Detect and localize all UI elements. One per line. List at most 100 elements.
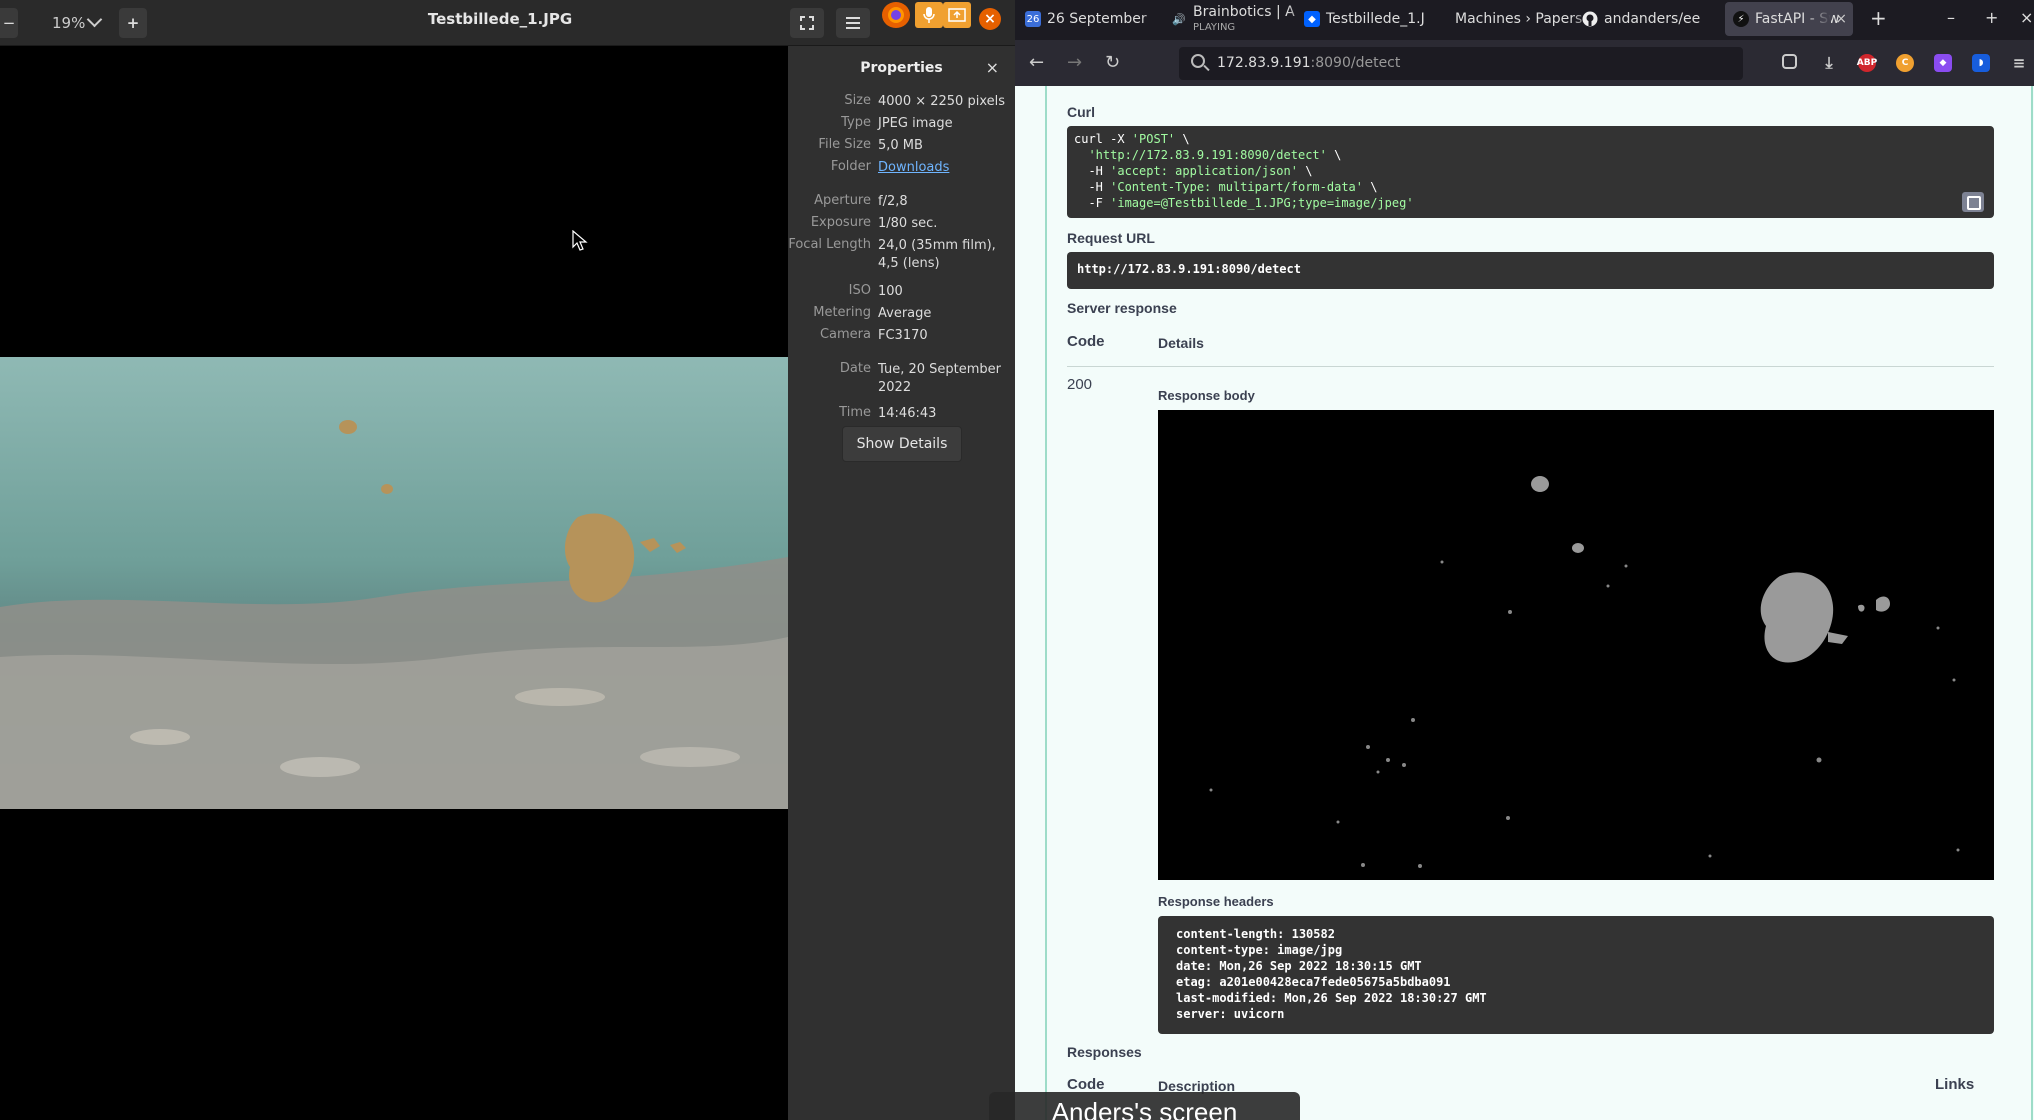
close-properties-button[interactable]: × bbox=[986, 58, 999, 77]
adblock-icon[interactable]: ABP bbox=[1857, 54, 1877, 72]
hamburger-menu-icon[interactable]: ≡ bbox=[2010, 54, 2028, 72]
viewer-title: Testbillede_1.JPG bbox=[427, 10, 573, 28]
property-value: Tue, 20 September 2022 bbox=[878, 362, 1001, 395]
close-browser-button[interactable]: × bbox=[2020, 8, 2033, 27]
curl-command: curl -X 'POST' \ 'http://172.83.9.191:80… bbox=[1074, 131, 1414, 211]
tab-label: Testbillede_1.J bbox=[1326, 11, 1425, 27]
curl-line: -H 'Content-Type: multipart/form-data' \ bbox=[1074, 180, 1378, 194]
download-icon[interactable]: ⤓ bbox=[1820, 53, 1838, 72]
response-header-line: date: Mon,26 Sep 2022 18:30:15 GMT bbox=[1176, 959, 1422, 973]
menu-button[interactable] bbox=[836, 8, 870, 38]
bitwarden-icon[interactable]: ◗ bbox=[1972, 54, 1990, 72]
response-header-line: content-type: image/jpg bbox=[1176, 943, 1343, 957]
extension-purple-icon[interactable]: ◆ bbox=[1934, 54, 1952, 72]
response-headers-label: Response headers bbox=[1158, 894, 1274, 909]
response-status-code: 200 bbox=[1067, 376, 1093, 393]
responses-code-header: Code bbox=[1067, 1076, 1105, 1093]
property-row: Time 14:46:43 bbox=[788, 405, 1015, 423]
code-column-header: Code bbox=[1067, 333, 1105, 350]
tab-brainbotics[interactable]: 🔊 Brainbotics | A PLAYING bbox=[1171, 2, 1311, 36]
folder-link[interactable]: Downloads bbox=[878, 159, 1008, 177]
fastapi-icon: ⚡ bbox=[1733, 11, 1749, 27]
divider bbox=[1067, 366, 1994, 367]
image-viewer-window: − 19% + Testbillede_1.JPG × Properties ×… bbox=[0, 0, 1015, 1120]
property-key: Type bbox=[841, 115, 871, 130]
tab-dropbox[interactable]: ◆ Testbillede_1.J bbox=[1304, 2, 1449, 36]
screen-share-indicator: Anders's screen bbox=[989, 1092, 1300, 1120]
aerial-photo-image bbox=[0, 357, 788, 809]
minimize-button[interactable]: – bbox=[1947, 8, 1955, 27]
url-bar[interactable]: 172.83.9.191:8090/detect bbox=[1179, 47, 1743, 80]
curl-label: Curl bbox=[1067, 104, 1095, 120]
url-text: 172.83.9.191:8090/detect bbox=[1217, 55, 1401, 71]
property-key: Size bbox=[844, 93, 871, 108]
screen-share-tray-icon[interactable] bbox=[943, 2, 971, 28]
property-value: 100 bbox=[878, 284, 903, 299]
tab-fastapi[interactable]: ⚡ FastAPI - Sw × bbox=[1725, 2, 1853, 36]
browser-window: 26 26 September 🔊 Brainbotics | A PLAYIN… bbox=[1015, 0, 2034, 1120]
fullscreen-button[interactable] bbox=[790, 8, 824, 38]
property-row: File Size 5,0 MB bbox=[788, 137, 1015, 155]
firefox-icon bbox=[888, 7, 904, 23]
property-key: Date bbox=[839, 361, 871, 376]
property-key: Time bbox=[839, 405, 871, 420]
property-row: Metering Average bbox=[788, 305, 1015, 323]
curl-line: curl -X 'POST' \ bbox=[1074, 132, 1190, 146]
property-row: Type JPEG image bbox=[788, 115, 1015, 133]
tab-close-icon[interactable]: × bbox=[1835, 11, 1847, 27]
property-value: 14:46:43 bbox=[878, 406, 937, 421]
zoom-in-button[interactable]: + bbox=[119, 8, 147, 38]
property-row: ISO 100 bbox=[788, 283, 1015, 301]
property-key: File Size bbox=[818, 137, 871, 152]
zoom-out-button[interactable]: − bbox=[0, 8, 18, 38]
response-header-line: content-length: 130582 bbox=[1176, 927, 1335, 941]
property-row: Focal Length 24,0 (35mm film), 4,5 (lens) bbox=[788, 237, 1015, 273]
maximize-button[interactable]: + bbox=[1985, 8, 1998, 27]
property-value: 5,0 MB bbox=[878, 138, 923, 153]
curl-line: -F 'image=@Testbillede_1.JPG;type=image/… bbox=[1074, 196, 1414, 210]
zoom-level-dropdown[interactable]: 19% bbox=[30, 8, 108, 38]
property-row: Exposure 1/80 sec. bbox=[788, 215, 1015, 233]
tab-github[interactable]: andanders/ee bbox=[1582, 2, 1727, 36]
displayed-photo bbox=[0, 357, 788, 809]
request-url-label: Request URL bbox=[1067, 230, 1155, 246]
request-url-value: http://172.83.9.191:8090/detect bbox=[1077, 262, 1301, 276]
property-row: Folder Downloads bbox=[788, 159, 1015, 177]
property-value: 24,0 (35mm film), 4,5 (lens) bbox=[878, 238, 996, 271]
response-body-label: Response body bbox=[1158, 388, 1255, 403]
response-header-line: server: uvicorn bbox=[1176, 1007, 1285, 1021]
zoom-level-value: 19% bbox=[52, 14, 86, 32]
property-key: Focal Length bbox=[788, 237, 871, 252]
property-row: Date Tue, 20 September 2022 bbox=[788, 361, 1015, 397]
close-window-button[interactable]: × bbox=[979, 8, 1001, 30]
property-value: FC3170 bbox=[878, 328, 928, 343]
firefox-tray-icon[interactable] bbox=[882, 2, 910, 28]
response-body-image bbox=[1158, 410, 1994, 892]
extension-c-icon[interactable]: C bbox=[1896, 54, 1914, 72]
property-key: Aperture bbox=[814, 193, 871, 208]
tab-playing-badge: PLAYING bbox=[1193, 22, 1236, 33]
pocket-icon[interactable] bbox=[1782, 54, 1797, 69]
tab-papers[interactable]: Machines › Papers bbox=[1445, 2, 1595, 36]
hamburger-icon bbox=[846, 17, 860, 29]
details-column-header: Details bbox=[1158, 335, 1204, 351]
swagger-page: Curl curl -X 'POST' \ 'http://172.83.9.1… bbox=[1015, 86, 2034, 1120]
property-key: Folder bbox=[830, 159, 871, 174]
tab-calendar[interactable]: 26 26 September bbox=[1025, 2, 1165, 36]
server-response-label: Server response bbox=[1067, 300, 1177, 316]
copy-to-clipboard-button[interactable] bbox=[1962, 192, 1984, 212]
calendar-icon: 26 bbox=[1025, 11, 1041, 27]
back-button[interactable]: ← bbox=[1029, 52, 1044, 73]
response-header-line: etag: a201e00428eca7fede05675a5bdba091 bbox=[1176, 975, 1451, 989]
reload-button[interactable]: ↻ bbox=[1105, 52, 1120, 73]
links-column-header: Links bbox=[1935, 1076, 1975, 1093]
curl-line: -H 'accept: application/json' \ bbox=[1074, 164, 1313, 178]
fullscreen-icon bbox=[800, 16, 814, 30]
show-details-button[interactable]: Show Details bbox=[842, 426, 962, 462]
forward-button[interactable]: → bbox=[1067, 52, 1082, 73]
microphone-tray-icon[interactable] bbox=[915, 2, 943, 28]
new-tab-button[interactable]: + bbox=[1870, 6, 1887, 30]
dropbox-icon: ◆ bbox=[1304, 11, 1320, 27]
viewer-header: − 19% + Testbillede_1.JPG × bbox=[0, 0, 1015, 46]
properties-panel: Properties × Size 4000 × 2250 pixels Type J… bbox=[788, 46, 1015, 1120]
